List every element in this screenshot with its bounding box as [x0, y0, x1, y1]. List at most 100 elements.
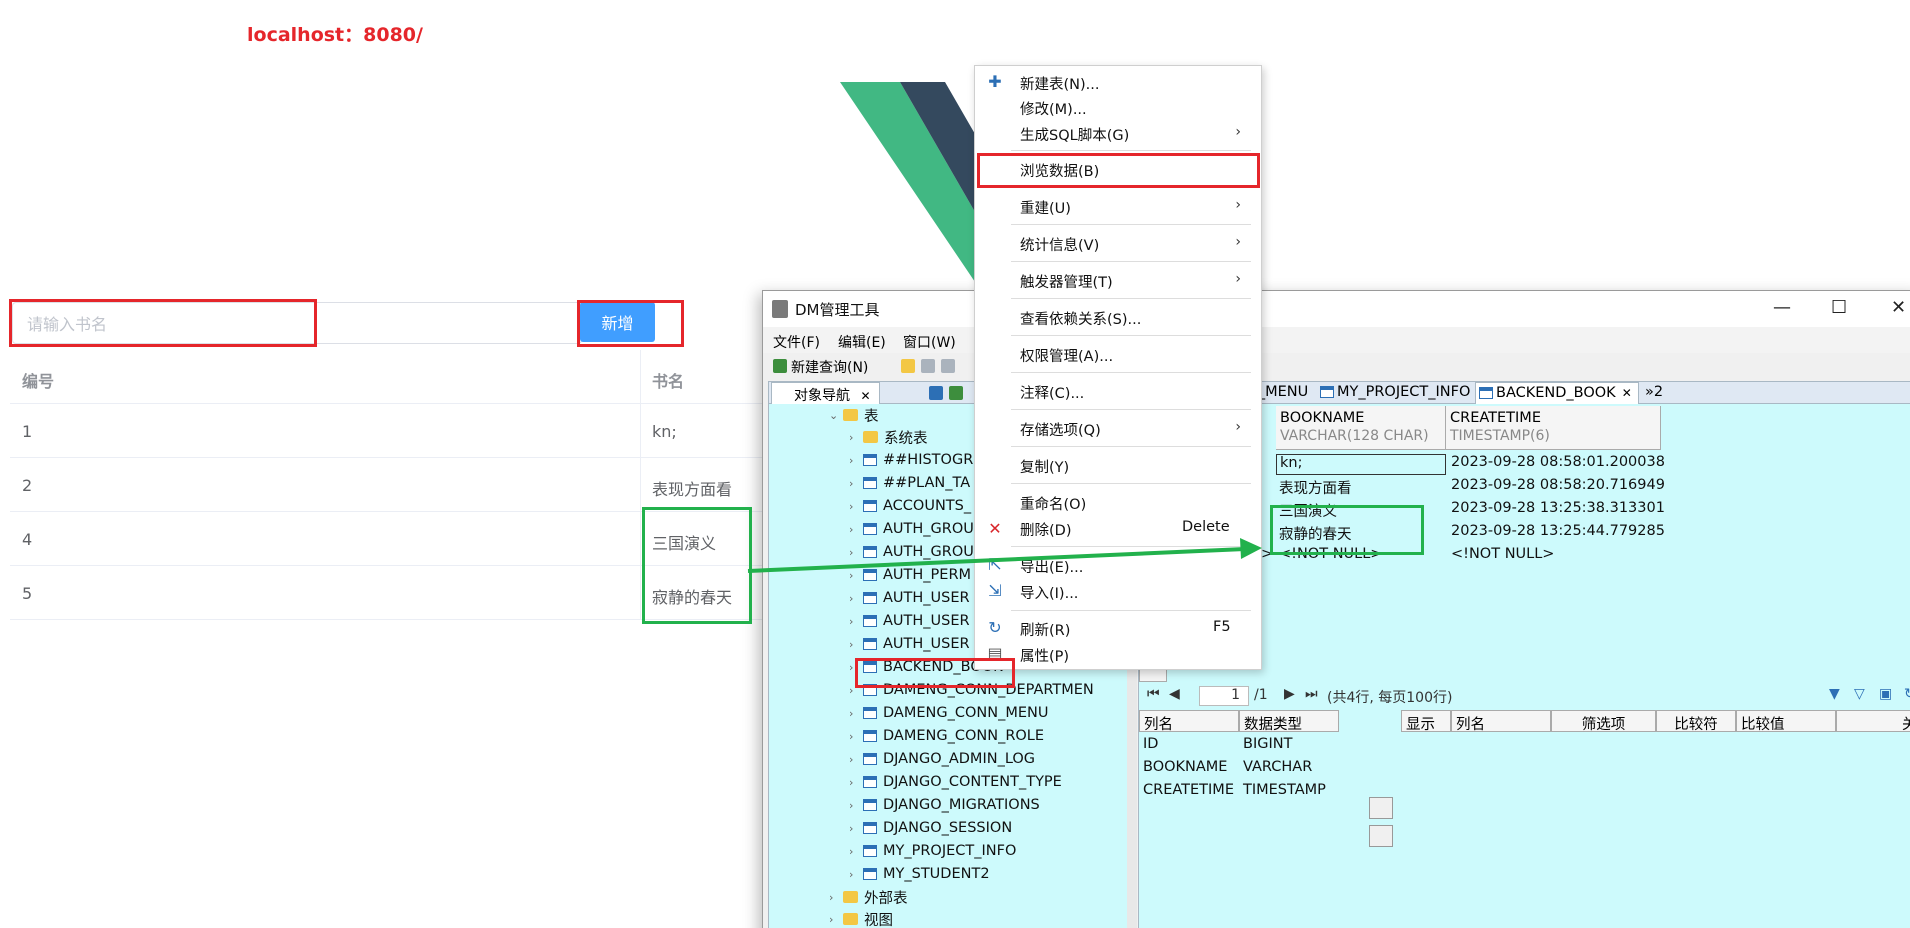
tab-backend-book[interactable]: BACKEND_BOOK ✕: [1475, 382, 1639, 404]
menu-item-export[interactable]: 导出(E)...: [1020, 556, 1083, 578]
menu-item-modify[interactable]: 修改(M)...: [1020, 98, 1087, 120]
close-tab-icon[interactable]: ✕: [860, 389, 870, 403]
menu-item-statistics[interactable]: 统计信息(V): [1020, 234, 1099, 256]
grid-cell[interactable]: 2023-09-28 13:25:38.313301: [1451, 500, 1665, 516]
menu-item-copy[interactable]: 复制(Y): [1020, 456, 1069, 478]
tree-item[interactable]: › AUTH_PERM: [849, 564, 971, 586]
chevron-right-icon[interactable]: ›: [849, 523, 863, 536]
menu-item-storage-options[interactable]: 存储选项(Q): [1020, 419, 1101, 441]
grid-cell[interactable]: 2023-09-28 08:58:20.716949: [1451, 477, 1665, 493]
new-query-button[interactable]: 新建查询(N): [791, 357, 868, 377]
maximize-icon[interactable]: ☐: [1831, 297, 1847, 318]
tree-item[interactable]: › DJANGO_CONTENT_TYPE: [849, 771, 1062, 793]
move-left-button[interactable]: [1369, 825, 1393, 847]
menu-item-delete[interactable]: 删除(D): [1020, 519, 1071, 541]
save-icon[interactable]: [921, 359, 935, 373]
annotation-box-web-rows: [642, 507, 752, 624]
page-input[interactable]: 1: [1199, 686, 1249, 706]
menu-item-view-dependencies[interactable]: 查看依赖关系(S)...: [1020, 308, 1141, 330]
chevron-right-icon[interactable]: ›: [849, 615, 863, 628]
chevron-right-icon[interactable]: ›: [849, 868, 863, 881]
clear-filter-icon[interactable]: ▽: [1854, 686, 1865, 702]
chevron-right-icon[interactable]: ›: [849, 822, 863, 835]
grid-cell[interactable]: <!NOT NULL>: [1451, 546, 1554, 562]
tree-item[interactable]: › ##PLAN_TA: [849, 472, 970, 494]
tab-my-project-info[interactable]: MY_PROJECT_INFO: [1317, 382, 1476, 404]
last-page-icon[interactable]: ⏭: [1305, 686, 1318, 702]
chevron-right-icon[interactable]: ›: [849, 592, 863, 605]
column-header-bookname[interactable]: BOOKNAME VARCHAR(128 CHAR): [1276, 406, 1446, 450]
prev-page-icon[interactable]: ◀: [1169, 686, 1180, 702]
menu-item-generate-sql[interactable]: 生成SQL脚本(G): [1020, 124, 1129, 146]
tree-folder-views[interactable]: › 视图: [829, 908, 893, 928]
tree-item[interactable]: › MY_STUDENT2: [849, 863, 990, 885]
menu-edit[interactable]: 编辑(E): [838, 332, 886, 352]
tree-item[interactable]: › DJANGO_SESSION: [849, 817, 1012, 839]
chevron-right-icon[interactable]: ›: [849, 776, 863, 789]
disconnect-icon[interactable]: [949, 386, 963, 400]
chevron-right-icon[interactable]: ›: [829, 913, 843, 926]
menu-item-rename[interactable]: 重命名(O): [1020, 493, 1086, 515]
filter-icon[interactable]: ▼: [1829, 686, 1840, 702]
menu-item-refresh[interactable]: 刷新(R): [1020, 619, 1070, 641]
chevron-right-icon[interactable]: ›: [849, 638, 863, 651]
save-filter-icon[interactable]: ▣: [1879, 686, 1892, 702]
column-header-createtime[interactable]: CREATETIME TIMESTAMP(6): [1446, 406, 1661, 450]
tree-item[interactable]: › AUTH_GROU: [849, 541, 974, 563]
grid-cell[interactable]: 2023-09-28 08:58:01.200038: [1451, 454, 1665, 470]
grid-cell[interactable]: 表现方面看: [1279, 477, 1352, 498]
chevron-right-icon[interactable]: ›: [849, 431, 863, 444]
menu-item-properties[interactable]: 属性(P): [1020, 645, 1069, 667]
tree-item[interactable]: › DAMENG_CONN_ROLE: [849, 725, 1044, 747]
grid-cell[interactable]: 2023-09-28 13:25:44.779285: [1451, 523, 1665, 539]
menu-item-import[interactable]: 导入(I)...: [1020, 582, 1078, 604]
tree-item[interactable]: › ACCOUNTS_: [849, 495, 971, 517]
tree-folder-tables[interactable]: ⌄ 表: [829, 404, 879, 426]
minimize-icon[interactable]: —: [1773, 297, 1791, 318]
chevron-right-icon[interactable]: ›: [849, 500, 863, 513]
tree-item[interactable]: › MY_PROJECT_INFO: [849, 840, 1016, 862]
chevron-right-icon[interactable]: ›: [829, 891, 843, 904]
menu-item-comment[interactable]: 注释(C)...: [1020, 382, 1084, 404]
filter-header-relation: 关系: [1836, 710, 1910, 733]
menu-window[interactable]: 窗口(W): [903, 332, 956, 352]
menu-item-rebuild[interactable]: 重建(U): [1020, 197, 1071, 219]
menu-item-new-table[interactable]: 新建表(N)...: [1020, 73, 1100, 95]
tab-object-navigation[interactable]: 对象导航 ✕: [771, 382, 880, 404]
chevron-right-icon[interactable]: ›: [849, 730, 863, 743]
menu-item-trigger-management[interactable]: 触发器管理(T): [1020, 271, 1113, 293]
move-right-button[interactable]: [1369, 797, 1393, 819]
tree-folder-external-tables[interactable]: › 外部表: [829, 886, 908, 908]
chevron-right-icon[interactable]: ›: [849, 707, 863, 720]
chevron-right-icon[interactable]: ›: [849, 845, 863, 858]
save-all-icon[interactable]: [941, 359, 955, 373]
table-icon: [863, 500, 877, 512]
next-page-icon[interactable]: ▶: [1284, 686, 1295, 702]
chevron-right-icon[interactable]: ›: [849, 569, 863, 582]
chevron-right-icon[interactable]: ›: [849, 753, 863, 766]
tab-overflow[interactable]: »2: [1625, 382, 1669, 404]
menu-item-permissions[interactable]: 权限管理(A)...: [1020, 345, 1113, 367]
tree-item[interactable]: › AUTH_GROU: [849, 518, 974, 540]
tree-item[interactable]: › AUTH_USER: [849, 587, 970, 609]
tree-item[interactable]: › AUTH_USER: [849, 633, 970, 655]
close-icon[interactable]: ✕: [1891, 297, 1906, 318]
tree-folder-system-tables[interactable]: › 系统表: [849, 426, 928, 448]
grid-cell-selected[interactable]: kn;: [1276, 454, 1446, 475]
table-row: 1 kn;: [10, 404, 770, 458]
tree-item[interactable]: › AUTH_USER: [849, 610, 970, 632]
connect-icon[interactable]: [929, 386, 943, 400]
menu-file[interactable]: 文件(F): [773, 332, 820, 352]
tree-item[interactable]: › DAMENG_CONN_MENU: [849, 702, 1048, 724]
tree-item[interactable]: › DJANGO_MIGRATIONS: [849, 794, 1040, 816]
chevron-down-icon[interactable]: ⌄: [829, 409, 843, 422]
tree-item[interactable]: › DJANGO_ADMIN_LOG: [849, 748, 1035, 770]
first-page-icon[interactable]: ⏮: [1147, 686, 1160, 702]
tree-item[interactable]: › ##HISTOGR: [849, 449, 973, 471]
chevron-right-icon[interactable]: ›: [849, 799, 863, 812]
chevron-right-icon[interactable]: ›: [849, 454, 863, 467]
refresh-icon[interactable]: ↻: [1904, 686, 1910, 702]
chevron-right-icon[interactable]: ›: [849, 546, 863, 559]
open-folder-icon[interactable]: [901, 359, 915, 373]
chevron-right-icon[interactable]: ›: [849, 477, 863, 490]
